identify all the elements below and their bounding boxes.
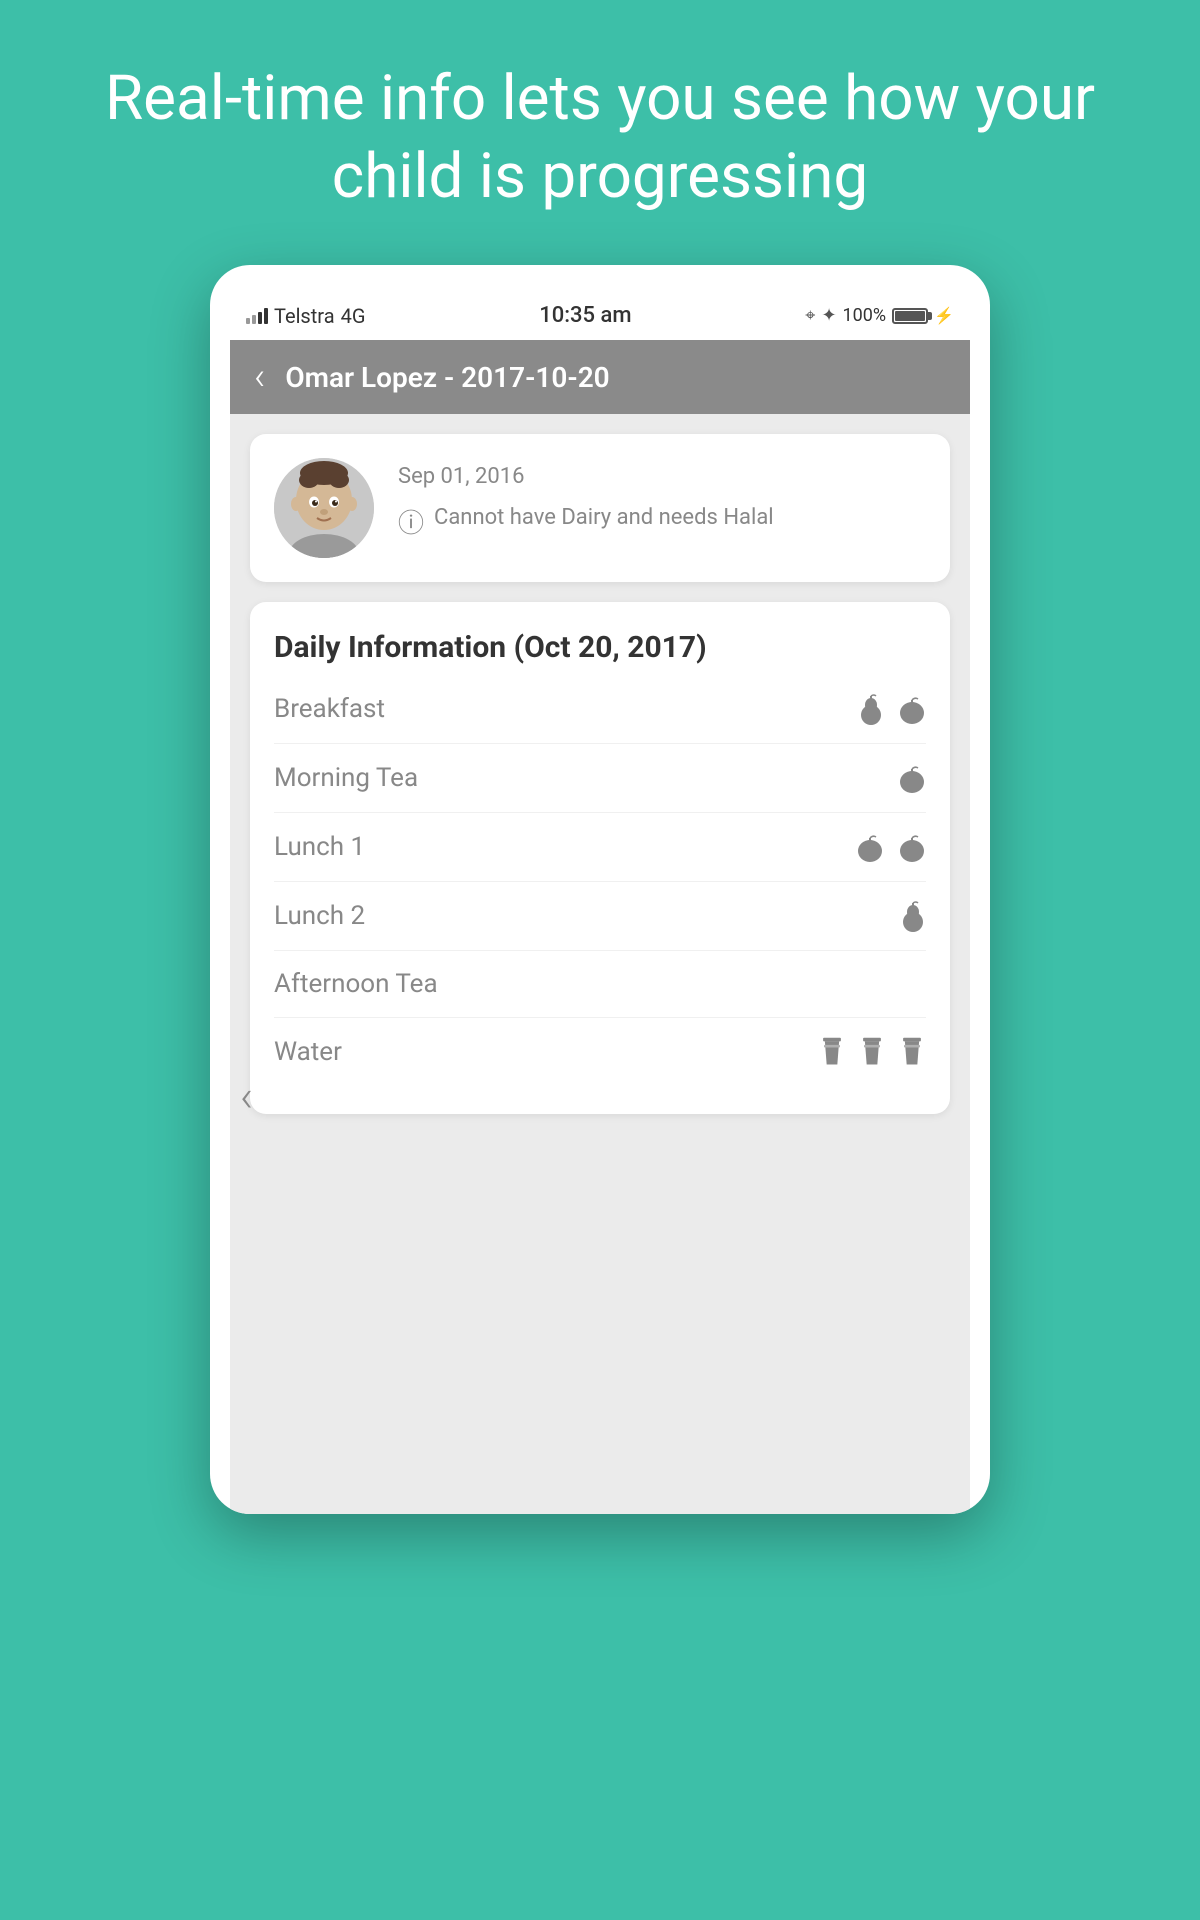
meal-row-lunch2: Lunch 2 [274, 882, 926, 951]
meal-name-lunch1: Lunch 1 [274, 832, 365, 862]
apple-icon [898, 693, 926, 725]
battery-percent: 100% [843, 305, 887, 326]
alert-text: Cannot have Dairy and needs Halal [434, 503, 774, 534]
status-bar: Telstra 4G 10:35 am ⌖ ✦ 100% ⚡ [230, 295, 970, 336]
app-navbar: ‹ Omar Lopez - 2017-10-20 [230, 340, 970, 414]
location-icon: ⌖ [805, 305, 815, 326]
status-left: Telstra 4G [246, 304, 365, 328]
meal-row-morning-tea: Morning Tea [274, 744, 926, 813]
status-time: 10:35 am [539, 303, 631, 328]
battery-icon: ⚡ [892, 306, 954, 325]
phone-container: Telstra 4G 10:35 am ⌖ ✦ 100% ⚡ [210, 265, 990, 1514]
header-section: Real-time info lets you see how your chi… [0, 0, 1200, 255]
meal-row-breakfast: Breakfast [274, 675, 926, 744]
profile-card: Sep 01, 2016 ⓘ Cannot have Dairy and nee… [250, 434, 950, 582]
meal-icons-lunch2 [900, 900, 926, 932]
back-button[interactable]: ‹ [254, 358, 265, 396]
profile-info: Sep 01, 2016 ⓘ Cannot have Dairy and nee… [398, 458, 926, 540]
pear-icon [858, 693, 884, 725]
carrier-label: Telstra [274, 304, 335, 328]
meal-name-water: Water [274, 1037, 342, 1067]
meal-name-breakfast: Breakfast [274, 694, 385, 724]
apple-icon-4 [898, 831, 926, 863]
apple-icon-2 [898, 762, 926, 794]
water-icon-2 [858, 1036, 886, 1068]
left-chevron[interactable]: ‹ [240, 1070, 253, 1122]
navbar-title: Omar Lopez - 2017-10-20 [285, 361, 609, 394]
water-icon-1 [818, 1036, 846, 1068]
bluetooth-icon: ✦ [821, 305, 836, 326]
meal-icons-water [818, 1036, 926, 1068]
avatar [274, 458, 374, 558]
meal-row-lunch1: Lunch 1 [274, 813, 926, 882]
network-label: 4G [341, 304, 366, 328]
meal-name-afternoon-tea: Afternoon Tea [274, 969, 438, 999]
meal-icons-lunch1 [856, 831, 926, 863]
phone-wrapper: Telstra 4G 10:35 am ⌖ ✦ 100% ⚡ [0, 255, 1200, 1514]
baby-avatar-image [274, 458, 374, 558]
meal-row-water: Water [274, 1018, 926, 1086]
daily-title: Daily Information (Oct 20, 2017) [274, 630, 926, 665]
profile-date: Sep 01, 2016 [398, 464, 926, 489]
meal-name-lunch2: Lunch 2 [274, 901, 365, 931]
apple-icon-3 [856, 831, 884, 863]
profile-alert-row: ⓘ Cannot have Dairy and needs Halal [398, 503, 926, 540]
status-right: ⌖ ✦ 100% ⚡ [805, 305, 954, 326]
daily-card: Daily Information (Oct 20, 2017) Breakfa… [250, 602, 950, 1114]
alert-icon: ⓘ [398, 503, 424, 540]
water-icon-3 [898, 1036, 926, 1068]
content-area: Sep 01, 2016 ⓘ Cannot have Dairy and nee… [230, 414, 970, 1514]
header-title: Real-time info lets you see how your chi… [80, 60, 1120, 215]
meal-icons-breakfast [858, 693, 926, 725]
meal-row-afternoon-tea: Afternoon Tea [274, 951, 926, 1018]
signal-icon [246, 308, 268, 324]
pear-icon-2 [900, 900, 926, 932]
meal-name-morning-tea: Morning Tea [274, 763, 418, 793]
meal-icons-morning-tea [898, 762, 926, 794]
